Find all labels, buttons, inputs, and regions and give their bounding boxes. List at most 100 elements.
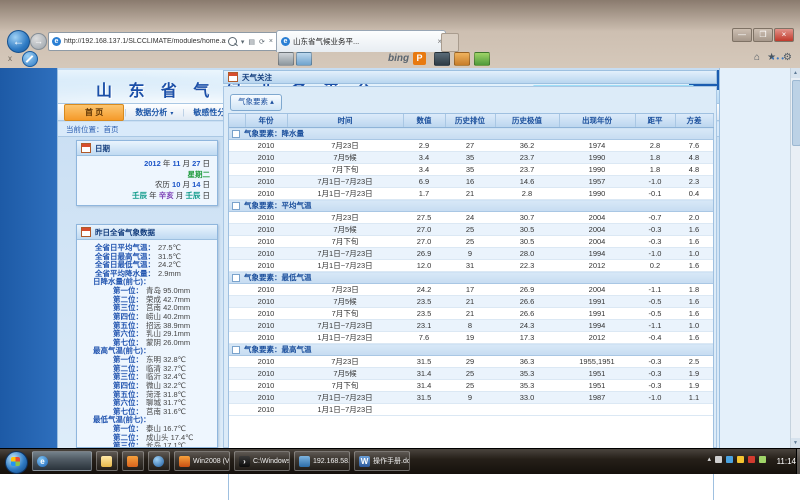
taskbar-button-vm[interactable]: Win2008 (VS2... bbox=[174, 451, 230, 471]
table-cell: 1.9 bbox=[675, 368, 713, 380]
table-row[interactable]: 20107月1日~7月23日23.1824.31994-1.11.0 bbox=[229, 320, 713, 332]
column-header[interactable]: 距平 bbox=[635, 114, 675, 128]
weather-box-title: 昨日全省气象数据 bbox=[95, 227, 155, 238]
forward-button[interactable]: → bbox=[30, 33, 47, 50]
table-cell: 30.5 bbox=[495, 224, 559, 236]
table-section-row[interactable]: 气象要素：降水量 bbox=[229, 128, 713, 140]
search-icon[interactable] bbox=[228, 37, 237, 46]
nav-item-2[interactable]: 数据分析▾ bbox=[126, 105, 182, 120]
start-button[interactable] bbox=[5, 451, 28, 474]
taskbar-clock[interactable]: 11:14 bbox=[777, 457, 796, 466]
checkbox-icon[interactable] bbox=[232, 274, 240, 282]
dropdown-arrow-icon[interactable]: ▾ bbox=[241, 38, 245, 46]
camera-icon[interactable] bbox=[434, 52, 450, 66]
table-row[interactable]: 20107月下旬3.43523.719901.84.8 bbox=[229, 164, 713, 176]
bing-logo[interactable]: bing bbox=[388, 53, 409, 64]
table-section-row[interactable]: 气象要素：平均气温 bbox=[229, 200, 713, 212]
table-row[interactable]: 20107月23日2.92736.219742.87.6 bbox=[229, 140, 713, 152]
tray-icon[interactable] bbox=[726, 456, 733, 463]
rank-value[interactable]: 莒南 31.6℃ bbox=[146, 408, 186, 417]
table-row[interactable]: 20107月1日~7月23日26.9928.01994-1.01.0 bbox=[229, 248, 713, 260]
scroll-up-icon[interactable]: ▲ bbox=[791, 68, 800, 78]
table-row[interactable]: 20101月1日~7月23日12.03122.320120.21.6 bbox=[229, 260, 713, 272]
element-filter-button[interactable]: 气象要素 ▴ bbox=[230, 94, 282, 111]
table-row[interactable]: 20107月5候23.52126.61991-0.51.6 bbox=[229, 296, 713, 308]
mahjong-tile-icon[interactable] bbox=[278, 52, 294, 66]
more-options-icon[interactable]: ••• bbox=[772, 54, 786, 63]
table-row[interactable]: 20107月1日~7月23日31.5933.01987-1.01.1 bbox=[229, 392, 713, 404]
table-cell: 31.5 bbox=[403, 392, 445, 404]
tray-icon[interactable] bbox=[715, 456, 722, 463]
report-icon bbox=[81, 227, 91, 237]
weather-summary-box: 昨日全省气象数据 全省日平均气温：27.5℃全省日最高气温：31.5℃全省日最低… bbox=[76, 224, 218, 448]
column-header[interactable]: 时间 bbox=[287, 114, 403, 128]
column-header[interactable]: 出现年份 bbox=[559, 114, 635, 128]
page-scrollbar[interactable]: ▲ ▼ bbox=[790, 68, 800, 448]
table-row[interactable]: 20107月下旬27.02530.52004-0.31.6 bbox=[229, 236, 713, 248]
column-header[interactable]: 历史排位 bbox=[445, 114, 495, 128]
url-text[interactable]: http://192.168.137.1/SLCCLIMATE/modules/… bbox=[64, 38, 226, 45]
refresh-icon[interactable]: ⟳ bbox=[259, 38, 265, 46]
toolbar-close-icon[interactable]: x bbox=[8, 54, 12, 63]
people-icon[interactable] bbox=[474, 52, 490, 66]
table-cell: 1990 bbox=[559, 152, 635, 164]
column-header[interactable]: 年份 bbox=[245, 114, 287, 128]
blocked-icon[interactable] bbox=[22, 51, 38, 67]
table-row[interactable]: 20101月1日~7月23日 bbox=[229, 404, 713, 416]
table-cell: 36.2 bbox=[495, 140, 559, 152]
paw-icon[interactable] bbox=[454, 52, 470, 66]
taskbar-button-word[interactable]: W操作手册.docx ... bbox=[354, 451, 410, 471]
column-header[interactable]: 历史极值 bbox=[495, 114, 559, 128]
table-cell: 28.0 bbox=[495, 248, 559, 260]
show-desktop-button[interactable] bbox=[796, 449, 800, 474]
tray-icon[interactable] bbox=[759, 456, 766, 463]
table-row[interactable]: 20107月23日24.21726.92004-1.11.8 bbox=[229, 284, 713, 296]
table-row[interactable]: 20101月1日~7月23日1.7212.81990-0.10.4 bbox=[229, 188, 713, 200]
table-cell: 1951 bbox=[559, 368, 635, 380]
table-cell: 33.0 bbox=[495, 392, 559, 404]
table-row[interactable]: 20107月23日27.52430.72004-0.72.0 bbox=[229, 212, 713, 224]
stop-icon[interactable]: × bbox=[269, 38, 273, 45]
table-cell: 1月1日~7月23日 bbox=[287, 188, 403, 200]
table-row[interactable]: 20107月下旬31.42535.31951-0.31.9 bbox=[229, 380, 713, 392]
taskbar-button-folder[interactable] bbox=[96, 451, 118, 471]
table-row[interactable]: 20107月1日~7月23日6.91614.61957-1.02.3 bbox=[229, 176, 713, 188]
checkbox-icon[interactable] bbox=[232, 346, 240, 354]
table-section-row[interactable]: 气象要素：最低气温 bbox=[229, 272, 713, 284]
scroll-down-icon[interactable]: ▼ bbox=[791, 438, 800, 448]
table-row[interactable]: 20101月1日~7月23日7.61917.32012-0.41.6 bbox=[229, 332, 713, 344]
table-cell: 7月23日 bbox=[287, 212, 403, 224]
tray-icon[interactable] bbox=[748, 456, 755, 463]
nav-item-1[interactable]: 首 页 bbox=[64, 104, 124, 121]
mail-icon[interactable] bbox=[296, 52, 312, 66]
table-cell: 27.0 bbox=[403, 236, 445, 248]
taskbar-button-cmd[interactable]: ›C:\Windows\s... bbox=[234, 451, 290, 471]
address-bar[interactable]: e http://192.168.137.1/SLCCLIMATE/module… bbox=[48, 32, 278, 51]
table-cell: 0.2 bbox=[635, 260, 675, 272]
table-row[interactable]: 20107月5候31.42535.31951-0.31.9 bbox=[229, 368, 713, 380]
table-cell: 7月23日 bbox=[287, 284, 403, 296]
taskbar-button-media[interactable] bbox=[122, 451, 144, 471]
taskbar-button-rdp[interactable]: 192.168.58.99... bbox=[294, 451, 350, 471]
table-row[interactable]: 20107月下旬23.52126.61991-0.51.6 bbox=[229, 308, 713, 320]
table-section-row[interactable]: 气象要素：最高气温 bbox=[229, 344, 713, 356]
tray-expand-icon[interactable]: ▴ bbox=[707, 455, 711, 463]
tray-icon[interactable] bbox=[737, 456, 744, 463]
compatibility-icon[interactable]: ▤ bbox=[248, 38, 255, 46]
table-cell: 21 bbox=[445, 308, 495, 320]
table-cell: 16 bbox=[445, 176, 495, 188]
table-row[interactable]: 20107月5候3.43523.719901.84.8 bbox=[229, 152, 713, 164]
rank-value[interactable]: 蒙阴 26.0mm bbox=[146, 339, 190, 348]
table-row[interactable]: 20107月23日31.52936.31955,1951-0.32.5 bbox=[229, 356, 713, 368]
checkbox-icon[interactable] bbox=[232, 202, 240, 210]
table-cell: 17.3 bbox=[495, 332, 559, 344]
taskbar-button-player[interactable] bbox=[148, 451, 170, 471]
checkbox-icon[interactable] bbox=[232, 130, 240, 138]
scrollbar-thumb[interactable] bbox=[792, 80, 800, 146]
taskbar-button-ie[interactable]: e bbox=[32, 451, 92, 471]
browser-tab[interactable]: e 山东省气候业务平... × bbox=[276, 30, 446, 52]
bing-search-icon[interactable]: P bbox=[413, 52, 426, 65]
column-header[interactable]: 方差 bbox=[675, 114, 713, 128]
column-header[interactable]: 数值 bbox=[403, 114, 445, 128]
table-row[interactable]: 20107月5候27.02530.52004-0.31.6 bbox=[229, 224, 713, 236]
